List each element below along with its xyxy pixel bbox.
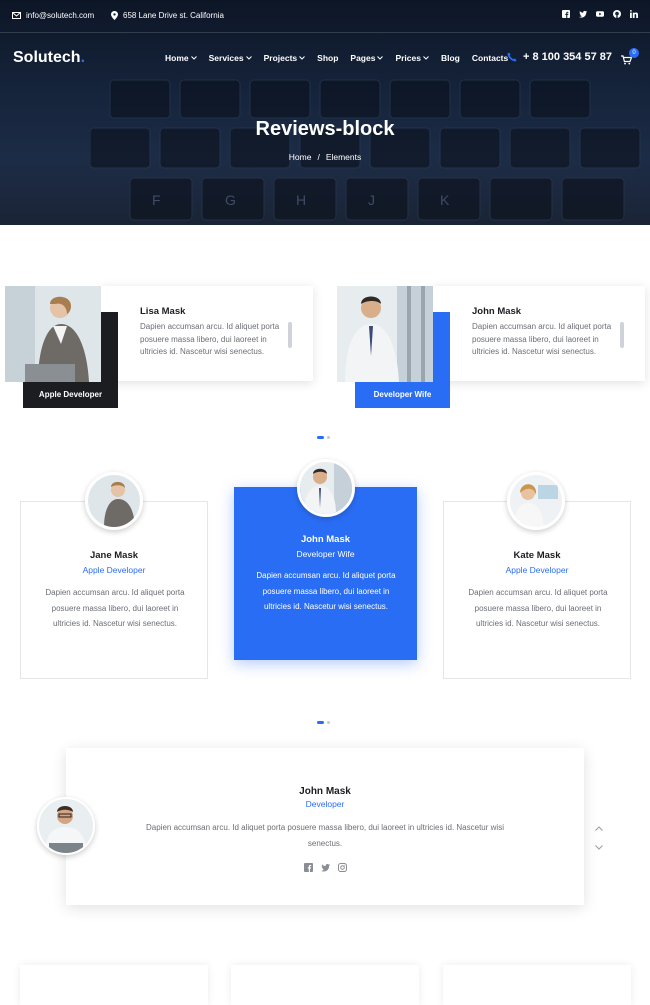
reviewer-avatar xyxy=(507,472,565,530)
top-bar: info@solutech.com 658 Lane Drive st. Cal… xyxy=(0,0,650,33)
pagination-dot[interactable] xyxy=(327,436,330,439)
reviewer-photo xyxy=(5,286,101,382)
nav-item-pages[interactable]: Pages xyxy=(350,53,384,63)
cart-button[interactable]: 0 xyxy=(621,48,639,65)
nav-item-home[interactable]: Home xyxy=(165,53,197,63)
chevron-down-icon xyxy=(245,56,252,60)
reviewer-name: Lisa Mask xyxy=(140,306,186,317)
map-pin-icon xyxy=(111,11,118,20)
slider-prev-button[interactable] xyxy=(595,818,603,836)
nav-item-shop[interactable]: Shop xyxy=(317,53,338,63)
instagram-icon[interactable] xyxy=(338,863,347,872)
reviewer-avatar xyxy=(37,797,95,855)
nav-item-services[interactable]: Services xyxy=(209,53,252,63)
svg-text:F: F xyxy=(152,192,161,208)
hero-banner: F G H J K info@solutech.com 658 Lane Drive s… xyxy=(0,0,650,225)
review-text: Dapien accumsan arcu. Id aliquet porta p… xyxy=(256,571,396,611)
nav-label: Blog xyxy=(440,53,460,63)
email-text: info@solutech.com xyxy=(26,11,95,20)
twitter-icon[interactable] xyxy=(579,10,587,18)
address-text: 658 Lane Drive st. California xyxy=(123,11,224,20)
svg-text:K: K xyxy=(440,192,450,208)
review-text: Dapien accumsan arcu. Id aliquet porta p… xyxy=(468,588,608,628)
reviewer-name: John Mask xyxy=(299,786,351,797)
facebook-icon[interactable] xyxy=(304,863,313,872)
github-icon[interactable] xyxy=(613,10,621,18)
scrollbar[interactable] xyxy=(288,322,292,348)
phone-link[interactable]: + 8 100 354 57 87 xyxy=(507,51,612,63)
slider-next-button[interactable] xyxy=(595,837,603,855)
envelope-icon xyxy=(12,12,21,19)
chevron-down-icon xyxy=(377,56,384,60)
review-text: Dapien accumsan arcu. Id aliquet porta p… xyxy=(472,322,612,356)
reviewer-name: Kate Mask xyxy=(513,550,561,561)
review-card: Lisa Mask Dapien accumsan arcu. Id aliqu… xyxy=(100,286,313,381)
page-title: Reviews-block xyxy=(255,118,395,140)
review-card: John Mask Dapien accumsan arcu. Id aliqu… xyxy=(432,286,645,381)
nav-label: Projects xyxy=(263,53,298,63)
nav-label: Prices xyxy=(395,53,421,63)
reviewer-role: Developer Wife xyxy=(296,549,355,559)
svg-text:J: J xyxy=(368,192,375,208)
review-text: Dapien accumsan arcu. Id aliquet porta p… xyxy=(146,823,504,848)
facebook-icon[interactable] xyxy=(562,10,570,18)
chevron-up-icon xyxy=(595,826,603,831)
email-link[interactable]: info@solutech.com xyxy=(12,11,94,20)
svg-text:H: H xyxy=(296,192,306,208)
reviewer-name: Jane Mask xyxy=(89,550,139,561)
nav-label: Contacts xyxy=(471,53,509,63)
pagination-dot-active[interactable] xyxy=(317,436,324,439)
logo-dot: . xyxy=(80,49,86,66)
reviewer-role: Developer xyxy=(305,799,345,809)
card xyxy=(20,965,208,1005)
reviewer-avatar xyxy=(85,472,143,530)
nav-item-blog[interactable]: Blog xyxy=(441,53,460,63)
card xyxy=(231,965,419,1005)
slider-pagination xyxy=(317,721,330,724)
card xyxy=(443,965,631,1005)
social-links xyxy=(304,863,347,872)
main-nav: Home Services Projects Shop Pages Prices… xyxy=(165,53,508,63)
review-text: Dapien accumsan arcu. Id aliquet porta p… xyxy=(140,322,280,356)
reviewer-photo xyxy=(337,286,433,382)
pagination-dot-active[interactable] xyxy=(317,721,324,724)
scrollbar[interactable] xyxy=(620,322,624,348)
nav-label: Pages xyxy=(350,53,376,63)
reviewer-avatar xyxy=(297,459,355,517)
chevron-down-icon xyxy=(190,56,197,60)
chevron-down-icon xyxy=(423,56,429,60)
chevron-down-icon xyxy=(299,56,306,60)
phone-icon xyxy=(507,52,517,62)
slider-pagination xyxy=(317,436,330,439)
review-card: John Mask Developer Dapien accumsan arcu… xyxy=(66,748,603,905)
breadcrumb-home[interactable]: Home xyxy=(289,152,312,162)
keyboard-background-image: FGHJK xyxy=(90,79,641,221)
nav-item-contacts[interactable]: Contacts xyxy=(472,53,508,63)
breadcrumb-current: Elements xyxy=(325,152,362,162)
breadcrumb-separator: / xyxy=(317,152,320,162)
twitter-icon[interactable] xyxy=(321,863,330,872)
reviewer-role: Apple Developer xyxy=(82,565,146,575)
nav-label: Services xyxy=(208,53,244,63)
nav-label: Shop xyxy=(317,53,339,63)
social-links xyxy=(562,10,638,18)
review-text: Dapien accumsan arcu. Id aliquet porta p… xyxy=(45,588,185,628)
linkedin-icon[interactable] xyxy=(630,10,638,18)
nav-item-projects[interactable]: Projects xyxy=(264,53,306,63)
reviewer-name: John Mask xyxy=(472,306,522,317)
reviewer-name: John Mask xyxy=(300,534,351,545)
svg-text:G: G xyxy=(225,192,236,208)
address: 658 Lane Drive st. California xyxy=(111,11,224,20)
breadcrumb: Home / Elements xyxy=(0,152,650,162)
pagination-dot[interactable] xyxy=(327,721,330,724)
chevron-down-icon xyxy=(595,845,603,850)
site-logo[interactable]: Solutech. xyxy=(13,49,85,67)
logo-text: Solutech xyxy=(13,49,81,66)
phone-number: + 8 100 354 57 87 xyxy=(523,51,612,63)
cart-count-badge: 0 xyxy=(629,48,639,58)
nav-item-prices[interactable]: Prices xyxy=(395,53,429,63)
youtube-icon[interactable] xyxy=(596,10,604,18)
reviewer-role: Apple Developer xyxy=(505,565,569,575)
nav-label: Home xyxy=(165,53,189,63)
